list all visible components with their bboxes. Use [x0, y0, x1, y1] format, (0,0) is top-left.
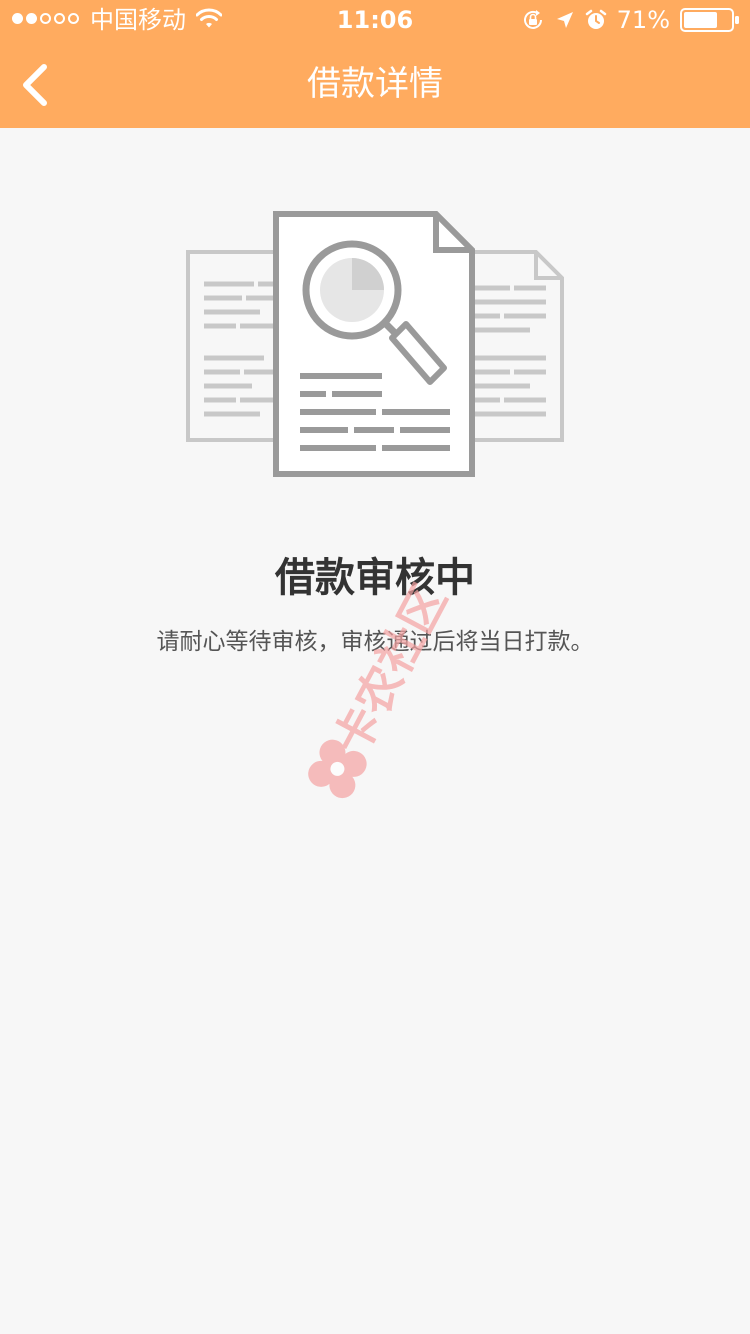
location-arrow-icon — [556, 12, 573, 28]
watermark-text: 卡农社区 — [323, 576, 457, 764]
rotation-lock-icon — [523, 10, 542, 29]
watermark-logo-icon — [308, 739, 367, 799]
document-magnifier-icon — [186, 211, 564, 477]
review-status-title: 借款审核中 — [275, 555, 475, 601]
status-right-group: 71% — [521, 0, 740, 40]
page-title: 借款详情 — [307, 64, 443, 104]
alarm-clock-icon — [585, 9, 606, 29]
app-header: 中国移动 11:06 71% 借款详情 — [0, 0, 750, 128]
front-document — [273, 211, 475, 477]
battery-percent: 71% — [616, 6, 670, 34]
status-bar: 中国移动 11:06 71% — [0, 0, 750, 40]
battery-icon — [680, 8, 739, 32]
navigation-bar: 借款详情 — [0, 40, 750, 128]
back-document-right — [460, 250, 564, 442]
review-status-description: 请耐心等待审核，审核通过后将当日打款。 — [156, 629, 594, 655]
